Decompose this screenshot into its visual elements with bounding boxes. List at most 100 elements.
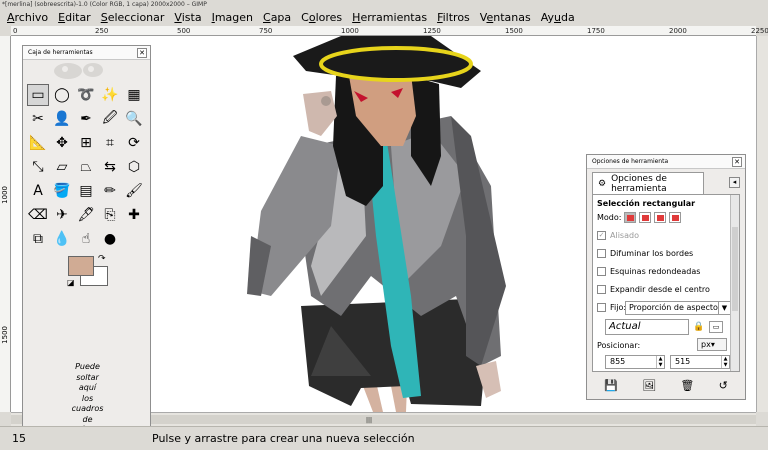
close-icon[interactable]: ✕ — [137, 48, 147, 58]
save-preset-icon[interactable]: 💾 — [604, 379, 618, 392]
tool-options-scrollbar[interactable] — [730, 195, 739, 371]
fixed-value-input[interactable]: Actual — [605, 319, 689, 335]
restore-preset-icon[interactable]: 🖼 — [642, 379, 656, 392]
position-x-input[interactable]: 855 ▲ ▼ — [605, 355, 665, 369]
spin-icon[interactable]: ▲ ▼ — [721, 356, 729, 368]
ruler-tick-label: 1500 — [505, 27, 523, 35]
color-area: ◪ ↷ — [67, 254, 110, 288]
ruler-corner[interactable] — [0, 26, 11, 36]
menu-item-archivo[interactable]: Archivo — [2, 11, 53, 24]
drop-hint-line: los — [81, 393, 94, 403]
scissors-icon[interactable]: ✂ — [27, 108, 49, 130]
reset-icon[interactable]: ↺ — [719, 379, 728, 392]
smudge-icon[interactable]: ☝ — [75, 228, 97, 250]
crop-icon[interactable]: ⌗ — [99, 132, 121, 154]
mode-subtract-button[interactable] — [654, 212, 667, 223]
scroll-thumb[interactable] — [732, 227, 738, 311]
tab-tool-options[interactable]: ⚙ Opciones de herramienta — [592, 172, 704, 194]
tool-options-tab-icon: ⚙ — [598, 178, 607, 189]
move-icon[interactable]: ✥ — [51, 132, 73, 154]
color-picker-icon[interactable]: 🖉 — [99, 108, 121, 130]
eraser-icon[interactable]: ⌫ — [27, 204, 49, 226]
menu-item-vista[interactable]: Vista — [169, 11, 206, 24]
ruler-tick-label: 250 — [95, 27, 109, 35]
flip-icon[interactable]: ⇆ — [99, 156, 121, 178]
menu-item-editar[interactable]: Editar — [53, 11, 96, 24]
free-select-icon[interactable]: ➰ — [75, 84, 97, 106]
foreground-select-icon[interactable]: 👤 — [51, 108, 73, 130]
delete-preset-icon[interactable]: 🗑 — [680, 379, 694, 392]
default-colors-icon[interactable]: ◪ — [67, 278, 75, 287]
perspective-clone-icon[interactable]: ⧉ — [27, 228, 49, 250]
blur-icon[interactable]: 💧 — [51, 228, 73, 250]
menu-item-capa[interactable]: Capa — [258, 11, 296, 24]
menu-item-herramientas[interactable]: Herramientas — [347, 11, 432, 24]
mode-row: Modo: — [597, 212, 682, 223]
menu-item-seleccionar[interactable]: Seleccionar — [96, 11, 170, 24]
cage-icon[interactable]: ⬡ — [123, 156, 145, 178]
menu-item-colores[interactable]: Colores — [296, 11, 347, 24]
antialias-checkbox[interactable]: ✓ Alisado — [597, 231, 639, 240]
toolbox-title[interactable]: Caja de herramientas ✕ — [23, 46, 150, 60]
zoom-level[interactable]: 15 — [0, 432, 150, 445]
bucket-fill-icon[interactable]: 🪣 — [51, 180, 73, 202]
menu-item-ventanas[interactable]: Ventanas — [475, 11, 536, 24]
wilber-drop-area[interactable] — [23, 60, 150, 82]
ruler-tick-label: 1750 — [587, 27, 605, 35]
tool-options-title[interactable]: Opciones de herramienta ✕ — [587, 155, 745, 169]
feather-checkbox[interactable]: Difuminar los bordes — [597, 249, 693, 258]
measure-icon[interactable]: 📐 — [27, 132, 49, 154]
airbrush-icon[interactable]: ✈ — [51, 204, 73, 226]
fuzzy-select-icon[interactable]: ✨ — [99, 84, 121, 106]
tool-options-panel: Selección rectangular Modo: ✓ Alisado Di… — [592, 194, 740, 372]
paths-icon[interactable]: ✒ — [75, 108, 97, 130]
foreground-color[interactable] — [68, 256, 94, 276]
dodge-burn-icon[interactable]: ● — [99, 228, 121, 250]
menu-item-filtros[interactable]: Filtros — [432, 11, 475, 24]
fixed-mode-select[interactable]: Proporción de aspecto ▼ — [625, 301, 731, 315]
rotate-icon[interactable]: ⟳ — [123, 132, 145, 154]
mode-label: Modo: — [597, 213, 622, 222]
heal-icon[interactable]: ✚ — [123, 204, 145, 226]
pencil-icon[interactable]: ✏ — [99, 180, 121, 202]
units-value: px — [701, 340, 711, 349]
lock-icon[interactable]: 🔒 — [693, 322, 704, 332]
ink-icon[interactable]: 🖋 — [75, 204, 97, 226]
drop-hint-line: cuadros — [71, 404, 104, 413]
paintbrush-icon[interactable]: 🖌 — [123, 180, 145, 202]
rounded-checkbox[interactable]: Esquinas redondeadas — [597, 267, 700, 276]
perspective-icon[interactable]: ⏢ — [75, 156, 97, 178]
menubar: Archivo Editar Seleccionar Vista Imagen Capa C… — [0, 9, 768, 26]
swap-colors-icon[interactable]: ↷ — [98, 254, 106, 264]
vertical-ruler[interactable]: 1000 1500 — [0, 36, 11, 412]
clone-icon[interactable]: ⎘ — [99, 204, 121, 226]
fixed-checkbox[interactable]: Fijo: — [597, 303, 626, 312]
spin-icon[interactable]: ▲ ▼ — [656, 356, 664, 368]
rect-select-icon[interactable]: ▭ — [27, 84, 49, 106]
blend-icon[interactable]: ▤ — [75, 180, 97, 202]
position-y-input[interactable]: 515 ▲ ▼ — [670, 355, 730, 369]
ruler-tick-label: 500 — [177, 27, 191, 35]
units-select[interactable]: px▾ — [697, 338, 727, 351]
mode-intersect-button[interactable] — [669, 212, 682, 223]
tool-options-footer: 💾 🖼 🗑 ↺ — [592, 376, 740, 394]
menu-item-ayuda[interactable]: Ayuda — [536, 11, 580, 24]
aspect-toggle-icon[interactable]: ▭ — [709, 321, 723, 333]
zoom-icon[interactable]: 🔍 — [123, 108, 145, 130]
vertical-scrollbar[interactable] — [756, 36, 768, 412]
color-select-icon[interactable]: ▦ — [123, 84, 145, 106]
menu-item-imagen[interactable]: Imagen — [207, 11, 258, 24]
window-title: *[merlina] (sobreescrita)-1.0 (Color RGB… — [0, 0, 768, 9]
mode-add-button[interactable] — [639, 212, 652, 223]
close-icon[interactable]: ✕ — [732, 157, 742, 167]
ruler-tick-label: 1500 — [1, 326, 9, 344]
scale-icon[interactable]: ⤡ — [27, 156, 49, 178]
tab-menu-icon[interactable]: ◂ — [729, 177, 740, 188]
shear-icon[interactable]: ▱ — [51, 156, 73, 178]
text-icon[interactable]: A — [27, 180, 49, 202]
expand-checkbox[interactable]: Expandir desde el centro — [597, 285, 710, 294]
ellipse-select-icon[interactable]: ◯ — [51, 84, 73, 106]
mode-replace-button[interactable] — [624, 212, 637, 223]
horizontal-ruler[interactable]: 0 250 500 750 1000 1250 1500 1750 2000 2250 — [11, 26, 768, 36]
align-icon[interactable]: ⊞ — [75, 132, 97, 154]
